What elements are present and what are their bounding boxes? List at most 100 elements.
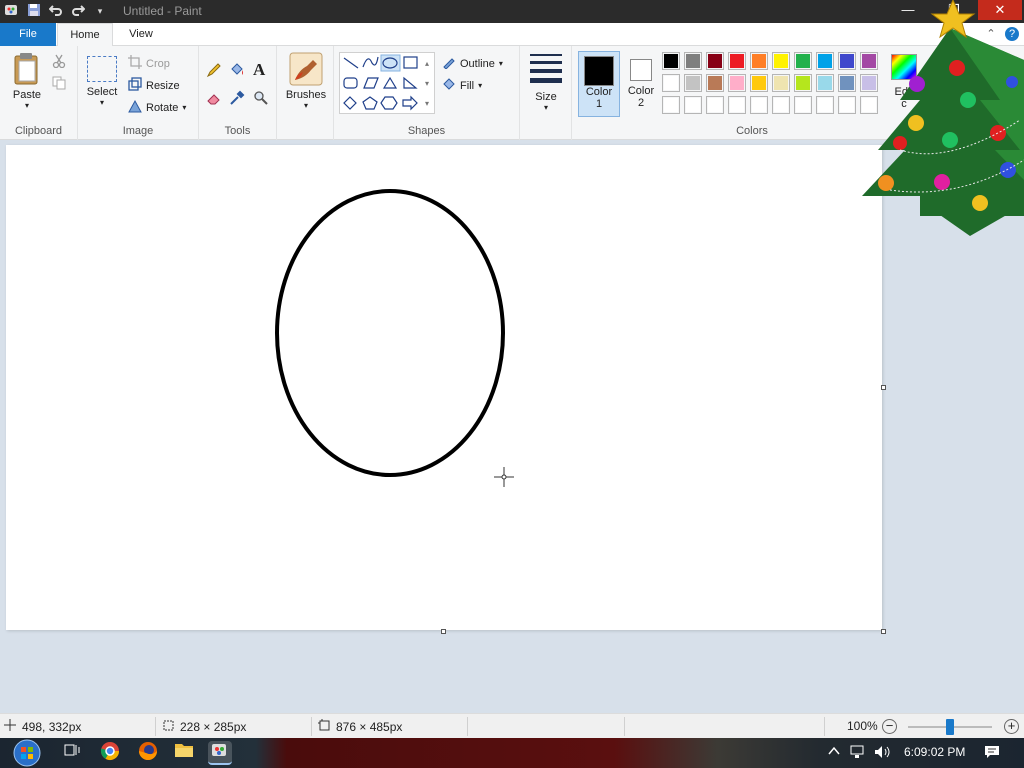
chrome-icon[interactable] — [98, 741, 122, 765]
palette-swatch[interactable] — [684, 74, 702, 92]
palette-swatch[interactable] — [750, 52, 768, 70]
drawing-canvas[interactable] — [6, 145, 882, 630]
brushes-group: Brushes ▾ — [277, 46, 334, 140]
palette-swatch-color — [664, 98, 678, 112]
shapes-scroll[interactable]: ▴ ▾ ▾ — [425, 54, 429, 114]
redo-icon[interactable] — [70, 3, 86, 19]
tools-group: A Tools — [199, 46, 277, 140]
palette-swatch[interactable] — [706, 74, 724, 92]
outline-button[interactable]: Outline ▾ — [442, 55, 503, 72]
pencil-icon[interactable] — [206, 62, 222, 81]
resize-handle-bottom[interactable] — [441, 629, 446, 634]
canvas-size-icon — [318, 719, 330, 734]
ellipse-shape[interactable] — [275, 189, 505, 477]
rotate-dropdown-icon: ▾ — [182, 103, 187, 112]
palette-swatch[interactable] — [794, 74, 812, 92]
crop-label: Crop — [146, 57, 170, 70]
text-tool-icon[interactable]: A — [253, 60, 265, 80]
zoom-slider-thumb[interactable] — [946, 719, 954, 735]
palette-swatch[interactable] — [750, 74, 768, 92]
size-button[interactable]: Size ▾ — [526, 54, 566, 112]
tab-home[interactable]: Home — [57, 23, 113, 46]
palette-swatch-color — [796, 98, 810, 112]
palette-swatch[interactable] — [684, 52, 702, 70]
zoom-out-button[interactable]: − — [882, 719, 897, 734]
window-title: Untitled - Paint — [123, 4, 202, 18]
palette-swatch[interactable] — [706, 52, 724, 70]
cut-icon[interactable] — [52, 54, 66, 71]
palette-swatch[interactable] — [816, 52, 834, 70]
firefox-icon[interactable] — [136, 741, 160, 765]
palette-swatch[interactable] — [838, 74, 856, 92]
crop-icon — [128, 55, 142, 72]
selection-size-text: 228 × 285px — [180, 719, 247, 734]
paint-app-icon[interactable] — [4, 3, 20, 19]
clock[interactable]: 6:09:02 PM — [904, 745, 965, 759]
save-icon[interactable] — [26, 3, 42, 19]
resize-handle-corner[interactable] — [881, 629, 886, 634]
selection-size: 228 × 285px — [162, 719, 246, 734]
resize-button[interactable]: Resize — [128, 77, 180, 94]
taskbar: 6:09:02 PM — [0, 738, 1024, 768]
palette-swatch-color — [774, 98, 788, 112]
undo-icon[interactable] — [48, 3, 64, 19]
brushes-button[interactable]: Brushes ▾ — [283, 52, 329, 110]
show-hidden-icons[interactable] — [828, 745, 840, 760]
select-button[interactable]: Select ▾ — [84, 56, 120, 107]
shapes-gallery-icons[interactable] — [340, 53, 436, 115]
tab-file[interactable]: File — [0, 23, 56, 46]
eraser-icon[interactable] — [206, 90, 222, 109]
palette-swatch-color — [796, 76, 810, 90]
palette-swatch[interactable] — [794, 52, 812, 70]
paste-dropdown-icon[interactable]: ▾ — [8, 101, 46, 110]
task-view-icon[interactable] — [60, 741, 84, 765]
status-separator — [824, 717, 825, 736]
select-dropdown-icon[interactable]: ▾ — [84, 98, 120, 107]
paste-icon — [8, 52, 46, 89]
palette-swatch[interactable] — [662, 74, 680, 92]
palette-swatch[interactable] — [772, 52, 790, 70]
network-icon[interactable] — [850, 745, 868, 762]
tab-view[interactable]: View — [115, 23, 167, 46]
file-explorer-icon[interactable] — [172, 741, 196, 765]
workspace — [0, 0, 1024, 713]
palette-swatch[interactable] — [728, 96, 746, 114]
palette-swatch[interactable] — [750, 96, 768, 114]
action-center-icon[interactable] — [984, 745, 1000, 762]
paste-button[interactable]: Paste ▾ — [8, 52, 46, 110]
color-picker-icon[interactable] — [229, 90, 245, 109]
palette-swatch[interactable] — [816, 74, 834, 92]
paint-taskbar-icon[interactable] — [208, 741, 232, 765]
palette-swatch[interactable] — [816, 96, 834, 114]
palette-swatch[interactable] — [662, 96, 680, 114]
palette-swatch[interactable] — [728, 74, 746, 92]
palette-swatch[interactable] — [838, 96, 856, 114]
palette-swatch[interactable] — [662, 52, 680, 70]
status-separator — [467, 717, 468, 736]
palette-swatch[interactable] — [772, 96, 790, 114]
color1-button[interactable]: Color 1 — [578, 51, 620, 117]
palette-swatch[interactable] — [684, 96, 702, 114]
canvas-drawing — [275, 189, 505, 477]
magnifier-icon[interactable] — [253, 90, 269, 109]
color2-button[interactable]: Color 2 — [622, 51, 660, 117]
zoom-in-button[interactable]: + — [1004, 719, 1019, 734]
rotate-button[interactable]: Rotate ▾ — [128, 99, 186, 116]
rotate-label: Rotate — [146, 101, 179, 114]
brushes-dropdown-icon: ▾ — [303, 101, 308, 110]
palette-swatch[interactable] — [772, 74, 790, 92]
volume-icon[interactable] — [874, 745, 892, 762]
fill-bucket-icon[interactable] — [229, 62, 245, 81]
crop-button[interactable]: Crop — [128, 55, 170, 72]
palette-swatch[interactable] — [706, 96, 724, 114]
image-group: Select ▾ Crop Resize Rotate ▾ Image — [78, 46, 199, 140]
copy-icon[interactable] — [52, 76, 66, 93]
palette-swatch[interactable] — [794, 96, 812, 114]
palette-swatch-color — [708, 98, 722, 112]
customize-toolbar-icon[interactable]: ▾ — [92, 3, 108, 19]
resize-handle-right[interactable] — [881, 385, 886, 390]
palette-swatch[interactable] — [838, 52, 856, 70]
palette-swatch[interactable] — [728, 52, 746, 70]
start-button[interactable] — [10, 738, 44, 768]
fill-button[interactable]: Fill ▾ — [442, 77, 482, 94]
